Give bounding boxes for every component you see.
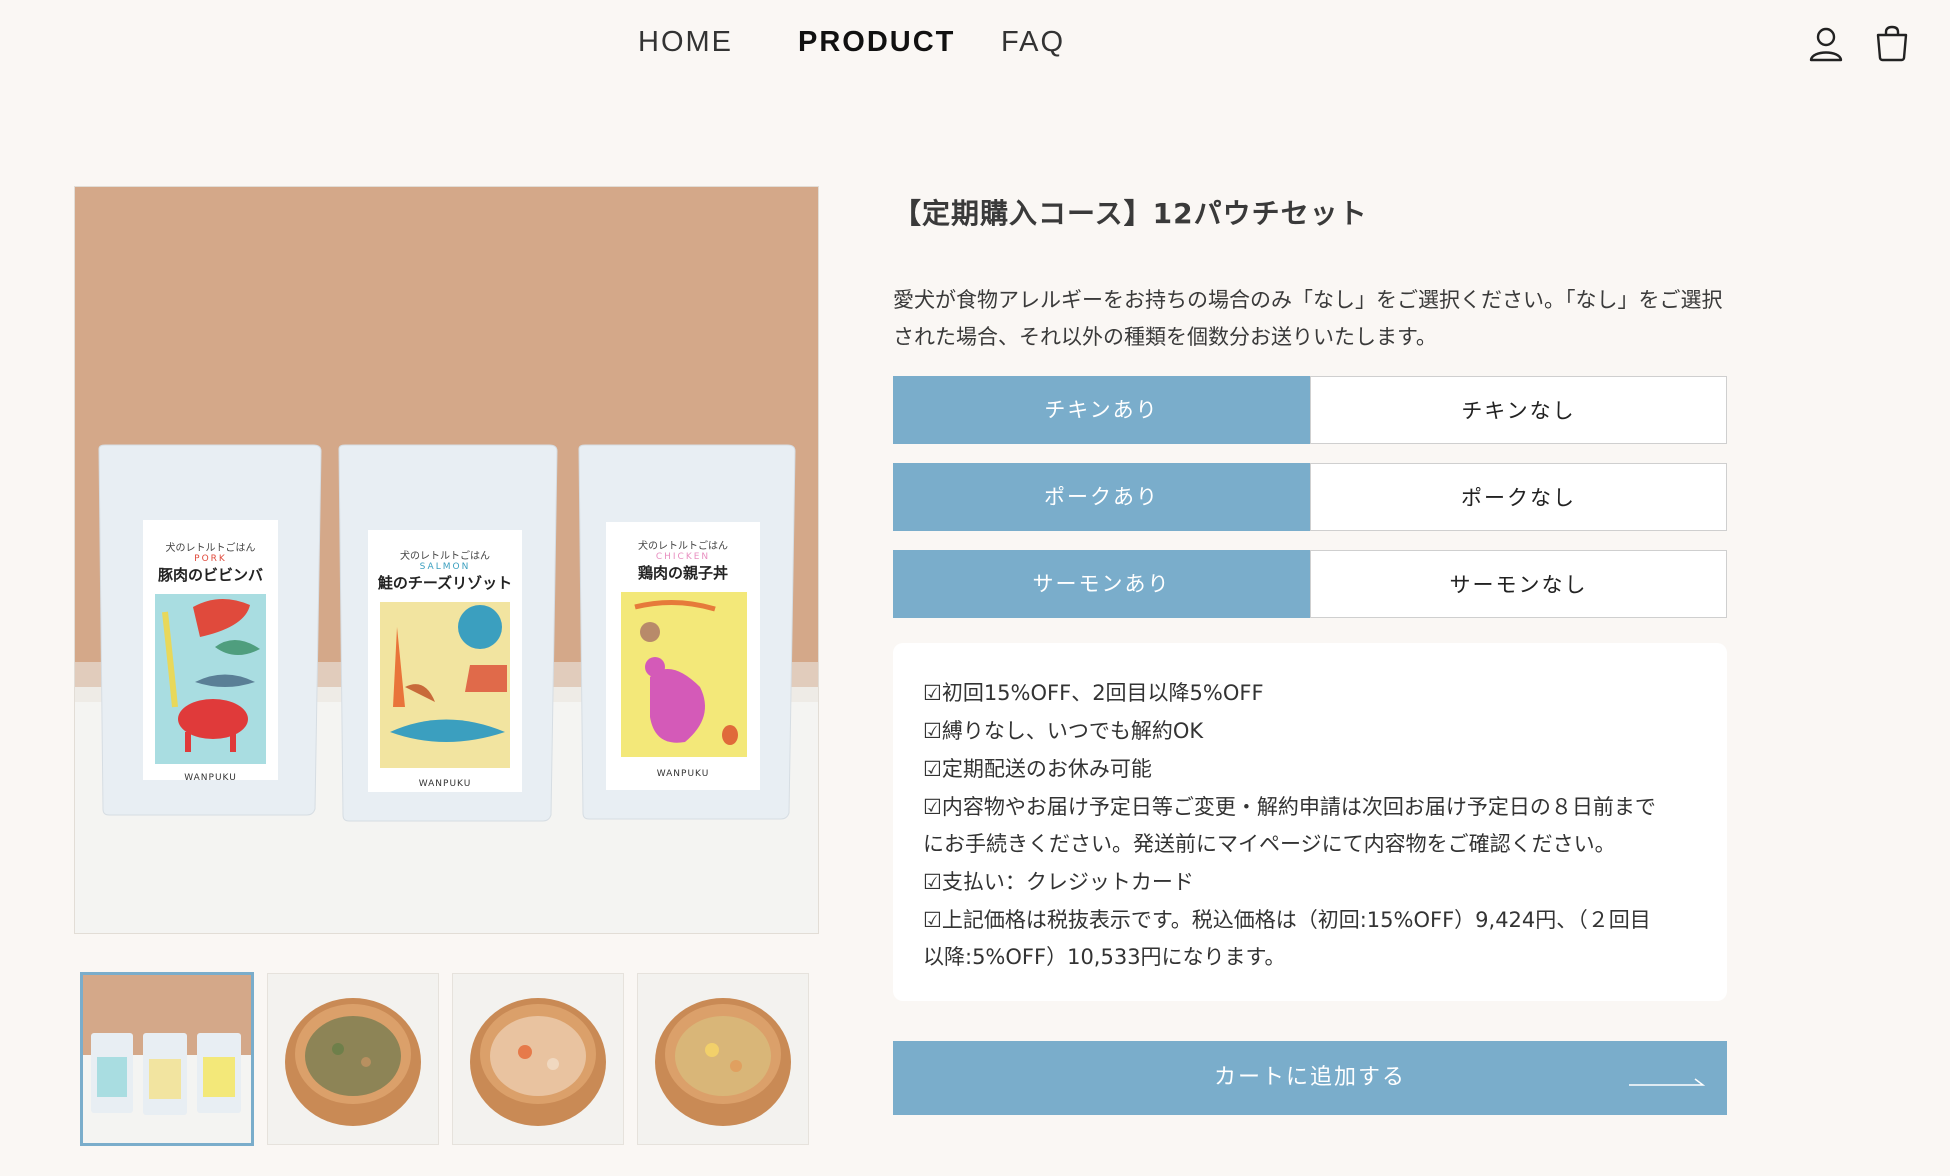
cart-icon[interactable] (1872, 24, 1912, 64)
nav-product-link[interactable]: PRODUCT (798, 26, 955, 59)
info-line: 以降:5%OFF）10,533円になります。 (923, 945, 1286, 969)
pouch-name: 豚肉のビビンバ (157, 566, 263, 584)
nav-home-link[interactable]: HOME (638, 26, 733, 59)
info-line: ☑初回15%OFF、2回目以降5%OFF (923, 681, 1264, 705)
option-pork-with[interactable]: ポークあり (893, 463, 1310, 531)
pouch-english: SALMON (419, 562, 471, 572)
info-line: ☑支払い：クレジットカード (923, 870, 1194, 894)
product-title: 【定期購入コース】12パウチセット (893, 197, 1368, 230)
pouch-brand: WANPUKU (184, 773, 237, 783)
info-line: ☑縛りなし、いつでも解約OK (923, 719, 1204, 743)
top-nav: HOME PRODUCT FAQ (0, 0, 1950, 90)
arrow-right-icon (1629, 1078, 1705, 1086)
option-pork-without[interactable]: ポークなし (1310, 463, 1727, 531)
subscription-info-box: ☑初回15%OFF、2回目以降5%OFF ☑縛りなし、いつでも解約OK ☑定期配… (893, 643, 1727, 1001)
nav-faq-link[interactable]: FAQ (1001, 26, 1065, 59)
pouch-salmon (338, 444, 558, 822)
user-icon[interactable] (1806, 24, 1846, 64)
info-line: ☑内容物やお届け予定日等ご変更・解約申請は次回お届け予定日の８日前まで (923, 795, 1656, 819)
pouch-brand: WANPUKU (418, 779, 472, 789)
product-description: 愛犬が食物アレルギーをお持ちの場合のみ「なし」をご選択ください。「なし」をご選択… (893, 288, 1723, 349)
pouch-name: 鶏肉の親子丼 (637, 564, 728, 582)
info-line: にお手続きください。発送前にマイページにて内容物をご確認ください。 (923, 832, 1616, 856)
pouch-heading: 犬のレトルトごはん (400, 551, 490, 562)
option-salmon-without[interactable]: サーモンなし (1310, 550, 1727, 618)
pouch-english: PORK (194, 554, 227, 564)
info-line: ☑定期配送のお休み可能 (923, 757, 1152, 781)
pouch-heading: 犬のレトルトごはん (638, 541, 728, 552)
pouch-name: 鮭のチーズリゾット (377, 574, 513, 592)
product-main-image[interactable]: 犬のレトルトごはん PORK 豚肉のビビンバ WANPUKU 犬のレトルトごはん… (74, 186, 819, 934)
pouch-pork (98, 444, 322, 816)
pouch-heading: 犬のレトルトごはん (165, 543, 256, 554)
thumbnail-pouch-set[interactable] (80, 972, 254, 1146)
option-salmon-with[interactable]: サーモンあり (893, 550, 1310, 618)
add-to-cart-label: カートに追加する (1213, 1065, 1406, 1090)
thumbnail-bowl-1[interactable] (267, 973, 439, 1145)
option-chicken-with[interactable]: チキンあり (893, 376, 1310, 444)
option-chicken-without[interactable]: チキンなし (1310, 376, 1727, 444)
add-to-cart-button[interactable]: カートに追加する (893, 1041, 1727, 1115)
pouch-english: CHICKEN (655, 552, 711, 562)
info-line: ☑上記価格は税抜表示です。税込価格は（初回:15%OFF）9,424円、（２回目 (923, 908, 1651, 932)
pouch-chicken (578, 444, 796, 820)
thumbnail-bowl-2[interactable] (452, 973, 624, 1145)
thumbnail-bowl-3[interactable] (637, 973, 809, 1145)
pouch-brand: WANPUKU (656, 769, 710, 779)
